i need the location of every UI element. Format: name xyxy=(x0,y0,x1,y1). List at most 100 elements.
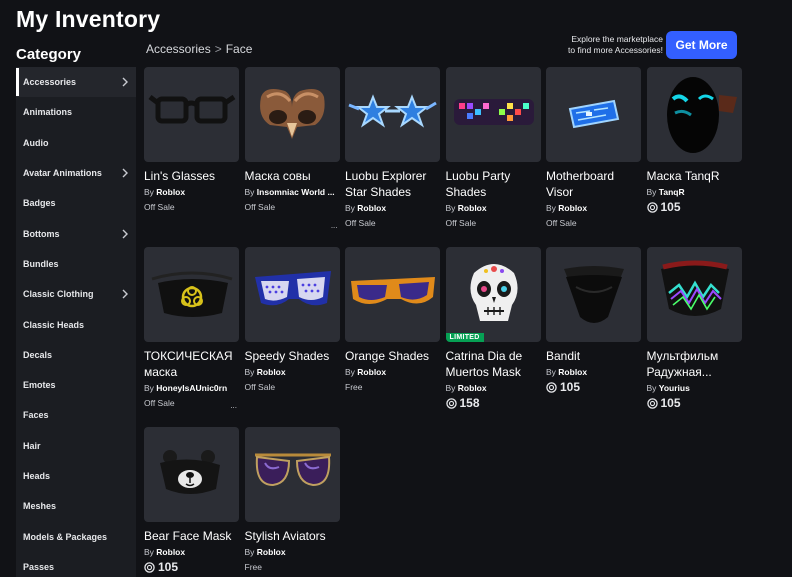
item-creator: By TanqR xyxy=(647,186,742,198)
item-name[interactable]: Catrina Dia de Muertos Mask xyxy=(446,348,541,380)
sidebar-item-passes[interactable]: Passes xyxy=(16,552,136,577)
bandit-mask-icon xyxy=(564,266,624,323)
sidebar-item-audio[interactable]: Audio xyxy=(16,128,136,158)
item-card[interactable]: Мультфильм Радужная... By Yourius 105 xyxy=(646,247,742,409)
item-thumbnail[interactable] xyxy=(345,247,440,342)
creator-link[interactable]: Roblox xyxy=(458,383,487,393)
creator-link[interactable]: Roblox xyxy=(257,367,286,377)
item-name[interactable]: Bandit xyxy=(546,348,641,364)
item-card[interactable]: Маска совы By Insomniac World ... Off Sale… xyxy=(244,67,340,230)
item-thumbnail[interactable] xyxy=(144,67,239,162)
creator-link[interactable]: HoneyIsAUnic0rn xyxy=(156,383,227,393)
creator-link[interactable]: Roblox xyxy=(257,547,286,557)
sidebar-item-badges[interactable]: Badges xyxy=(16,188,136,218)
creator-link[interactable]: Roblox xyxy=(357,203,386,213)
category-heading: Category xyxy=(16,46,82,63)
item-price: 105 xyxy=(144,561,239,573)
more-options-icon[interactable]: ... xyxy=(230,401,237,410)
item-thumbnail[interactable] xyxy=(144,247,239,342)
item-name[interactable]: Stylish Aviators xyxy=(245,528,340,544)
item-card[interactable]: Luobu Party Shades By Roblox Off Sale xyxy=(445,67,541,229)
item-thumbnail[interactable] xyxy=(546,247,641,342)
creator-link[interactable]: Roblox xyxy=(156,547,185,557)
sidebar-item-classic-clothing[interactable]: Classic Clothing xyxy=(16,279,136,309)
sidebar-item-animations[interactable]: Animations xyxy=(16,97,136,127)
sidebar-item-faces[interactable]: Faces xyxy=(16,400,136,430)
sidebar-item-avatar-animations[interactable]: Avatar Animations xyxy=(16,158,136,188)
owl-mask-icon xyxy=(259,89,325,139)
price-value: 105 xyxy=(560,380,581,394)
item-name[interactable]: ТОКСИЧЕСКАЯ маска xyxy=(144,348,239,380)
sidebar-item-bundles[interactable]: Bundles xyxy=(16,249,136,279)
limited-badge: LIMITED xyxy=(445,333,484,342)
item-card[interactable]: Orange Shades By Roblox Free xyxy=(345,247,440,393)
sidebar-item-meshes[interactable]: Meshes xyxy=(16,491,136,521)
motherboard-visor-icon xyxy=(568,99,620,129)
item-price: 158 xyxy=(445,397,541,409)
robux-icon xyxy=(445,397,457,409)
sidebar-item-label: Passes xyxy=(23,561,55,572)
creator-link[interactable]: Roblox xyxy=(357,367,386,377)
item-card[interactable]: Маска TanqR By TanqR 105 xyxy=(646,67,742,213)
item-thumbnail[interactable] xyxy=(646,247,742,342)
item-creator: By Roblox xyxy=(446,382,541,394)
item-name[interactable]: Мультфильм Радужная... xyxy=(647,348,742,380)
breadcrumb-accessories-link[interactable]: Accessories xyxy=(146,42,211,56)
item-thumbnail[interactable] xyxy=(244,427,340,522)
item-card[interactable]: Bear Face Mask By Roblox 105 xyxy=(144,427,239,573)
item-name[interactable]: Luobu Party Shades xyxy=(446,168,541,200)
item-creator: By Insomniac World ... xyxy=(245,186,340,198)
sidebar-item-label: Meshes xyxy=(23,501,57,512)
creator-link[interactable]: Yourius xyxy=(659,383,690,393)
sidebar-item-decals[interactable]: Decals xyxy=(16,340,136,370)
sidebar-item-models-packages[interactable]: Models & Packages xyxy=(16,521,136,551)
item-card[interactable]: LIMITED Catrina Dia de Muertos Mask By Rob… xyxy=(445,247,541,409)
sidebar-item-label: Classic Heads xyxy=(23,319,85,330)
sidebar-item-heads[interactable]: Heads xyxy=(16,461,136,491)
item-thumbnail[interactable] xyxy=(345,67,440,162)
item-thumbnail[interactable] xyxy=(144,427,239,522)
item-card[interactable]: Speedy Shades By Roblox Off Sale xyxy=(244,247,340,393)
more-options-icon[interactable]: ... xyxy=(331,221,338,230)
item-thumbnail[interactable] xyxy=(546,67,641,162)
item-name[interactable]: Маска TanqR xyxy=(647,168,742,184)
creator-link[interactable]: Roblox xyxy=(458,203,487,213)
sidebar-item-classic-heads[interactable]: Classic Heads xyxy=(16,309,136,339)
item-thumbnail[interactable] xyxy=(646,67,742,162)
item-name[interactable]: Bear Face Mask xyxy=(144,528,239,544)
sidebar-item-bottoms[interactable]: Bottoms xyxy=(16,218,136,248)
get-more-button[interactable]: Get More xyxy=(666,31,737,59)
creator-link[interactable]: Insomniac World ... xyxy=(257,187,335,197)
sidebar-item-hair[interactable]: Hair xyxy=(16,431,136,461)
item-name[interactable]: Luobu Explorer Star Shades xyxy=(345,168,440,200)
item-card[interactable]: Luobu Explorer Star Shades By Roblox Off S… xyxy=(345,67,440,229)
item-card[interactable]: Motherboard Visor By Roblox Off Sale xyxy=(546,67,641,229)
item-thumbnail[interactable] xyxy=(244,247,340,342)
creator-by-label: By xyxy=(345,203,355,213)
item-name[interactable]: Motherboard Visor xyxy=(546,168,641,200)
sidebar-item-label: Hair xyxy=(23,440,41,451)
item-name[interactable]: Маска совы xyxy=(245,168,340,184)
sidebar-item-emotes[interactable]: Emotes xyxy=(16,370,136,400)
item-name[interactable]: Orange Shades xyxy=(345,348,440,364)
promo-line-2: to find more Accessories! xyxy=(568,45,663,55)
sidebar-item-accessories[interactable]: Accessories xyxy=(16,67,136,98)
item-card[interactable]: ТОКСИЧЕСКАЯ маска By HoneyIsAUnic0rn Off S… xyxy=(144,247,239,410)
item-card[interactable]: Stylish Aviators By Roblox Free xyxy=(244,427,340,573)
sidebar-item-label: Models & Packages xyxy=(23,531,108,542)
item-status: Off Sale xyxy=(244,382,276,392)
creator-link[interactable]: TanqR xyxy=(659,187,685,197)
creator-link[interactable]: Roblox xyxy=(156,187,185,197)
creator-link[interactable]: Roblox xyxy=(558,367,587,377)
item-card[interactable]: Bandit By Roblox 105 xyxy=(546,247,641,393)
item-thumbnail[interactable] xyxy=(445,67,541,162)
creator-by-label: By xyxy=(445,203,456,213)
item-card[interactable]: Lin's Glasses By Roblox Off Sale xyxy=(144,67,239,213)
item-name[interactable]: Lin's Glasses xyxy=(144,168,239,184)
item-name[interactable]: Speedy Shades xyxy=(245,348,340,364)
creator-link[interactable]: Roblox xyxy=(558,203,587,213)
item-thumbnail[interactable] xyxy=(244,67,340,162)
item-thumbnail[interactable]: LIMITED xyxy=(445,247,541,342)
toxic-mask-icon xyxy=(151,271,233,317)
creator-by-label: By xyxy=(144,547,154,557)
